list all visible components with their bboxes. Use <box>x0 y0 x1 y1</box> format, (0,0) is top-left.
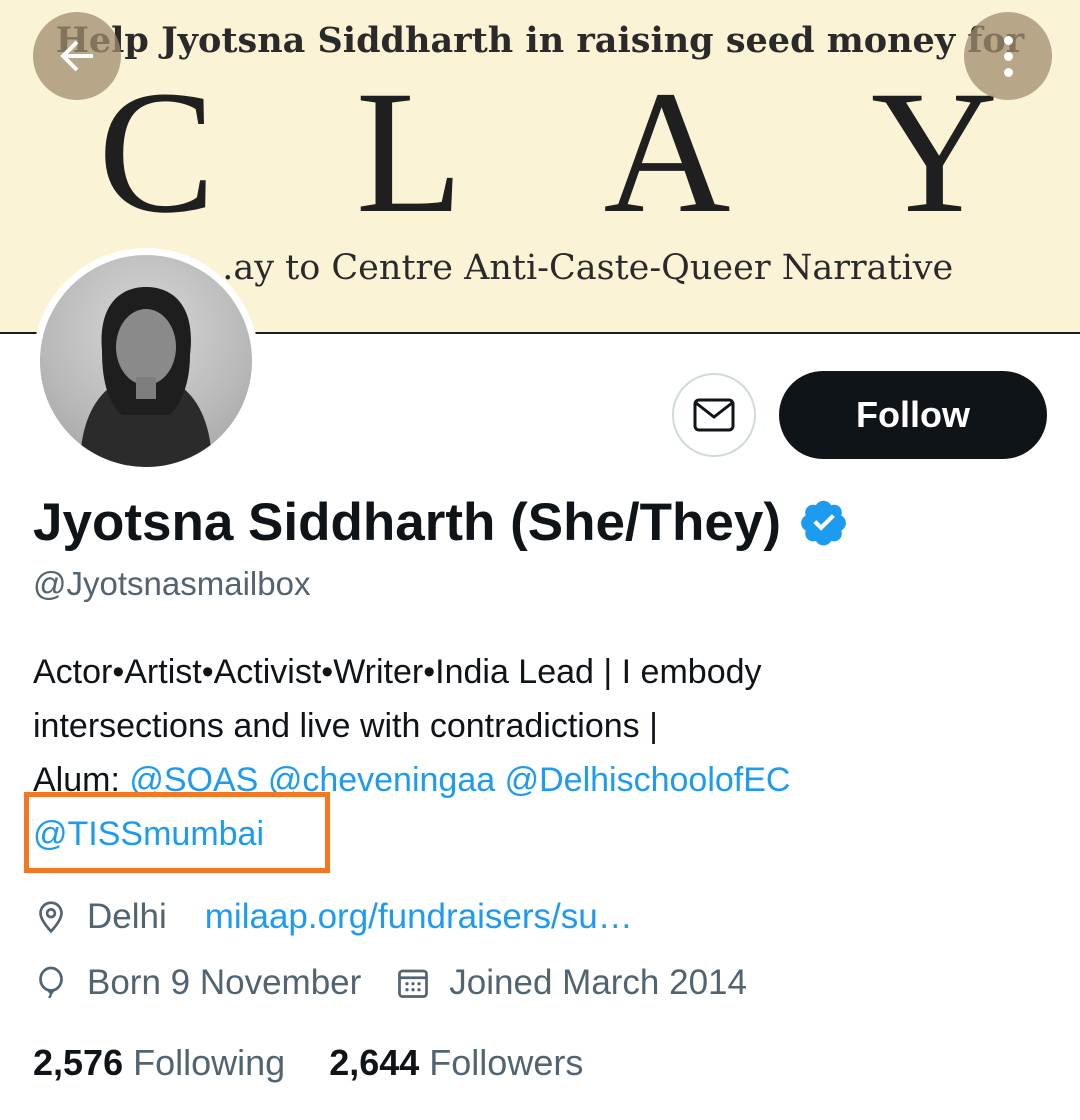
profile-meta-row: Born 9 November Joined March 2014 <box>33 956 747 1010</box>
message-button[interactable] <box>672 373 756 457</box>
banner-title: C L A Y <box>98 55 998 250</box>
banner-letter: C <box>98 55 216 250</box>
profile-handle: @Jyotsnasmailbox <box>33 565 311 602</box>
banner-letter: A <box>603 55 731 250</box>
location-pin-icon <box>39 901 63 934</box>
bio-line: Actor•Artist•Activist•Writer•India Lead … <box>33 653 762 691</box>
envelope-icon <box>693 398 735 432</box>
followers-label: Followers <box>429 1042 584 1083</box>
following-count: 2,576 <box>33 1042 124 1083</box>
follow-stats: 2,576 Following 2,644 Followers <box>33 1042 583 1084</box>
banner-letter: L <box>355 55 464 250</box>
display-name: Jyotsna Siddharth (She/They) <box>33 492 782 552</box>
location-text: Delhi <box>87 897 167 936</box>
profile-meta-row: Delhi milaap.org/fundraisers/su… <box>33 890 633 944</box>
back-button[interactable] <box>33 12 121 100</box>
balloon-icon <box>39 966 63 999</box>
website-link[interactable]: milaap.org/fundraisers/su… <box>205 897 633 937</box>
verified-badge-icon[interactable] <box>799 497 849 547</box>
highlight-box <box>24 792 330 873</box>
person-silhouette-icon <box>80 287 212 467</box>
bio-line: intersections and live with contradictio… <box>33 707 658 745</box>
calendar-icon <box>398 969 429 998</box>
location-item: Delhi <box>33 897 167 937</box>
more-options-button[interactable] <box>964 12 1052 100</box>
avatar[interactable] <box>33 248 259 474</box>
avatar-photo <box>40 255 252 467</box>
joined-text: Joined March 2014 <box>449 963 747 1002</box>
website-item: milaap.org/fundraisers/su… <box>205 897 633 937</box>
banner-letter: Y <box>870 55 998 250</box>
following-label: Following <box>133 1042 286 1083</box>
joined-item: Joined March 2014 <box>395 963 747 1003</box>
followers-count: 2,644 <box>329 1042 420 1083</box>
banner-subtitle: ...ay to Centre Anti-Caste-Queer Narrati… <box>200 248 954 288</box>
mention-link[interactable]: @DelhischoolofEC <box>505 761 791 799</box>
more-vertical-icon <box>1003 35 1013 77</box>
following-stat[interactable]: 2,576 Following <box>33 1042 285 1084</box>
profile-name-row: Jyotsna Siddharth (She/They) <box>33 487 849 557</box>
followers-stat[interactable]: 2,644 Followers <box>329 1042 583 1084</box>
birthday-text: Born 9 November <box>87 963 362 1002</box>
birthday-item: Born 9 November <box>33 963 361 1003</box>
arrow-left-icon <box>60 40 93 72</box>
follow-button[interactable]: Follow <box>779 371 1047 459</box>
